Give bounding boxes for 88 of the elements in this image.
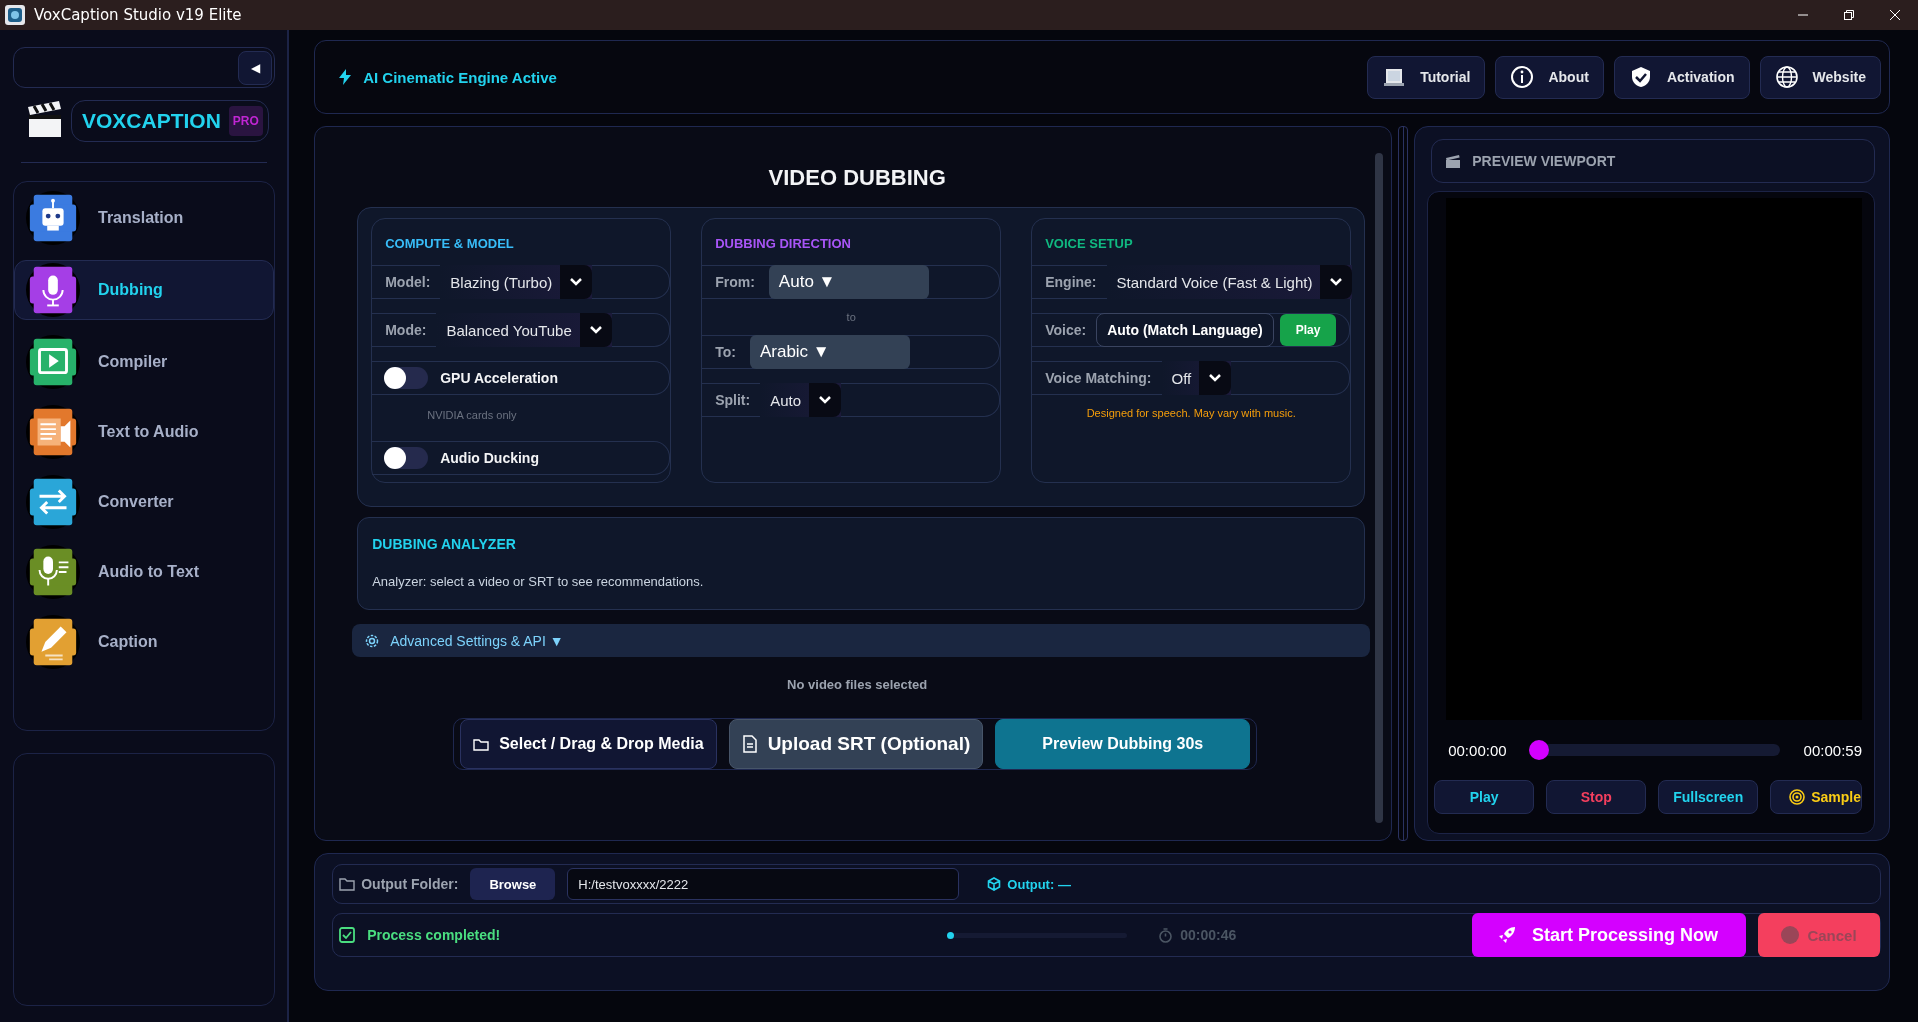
chevron-down-icon <box>1330 278 1343 286</box>
seek-thumb[interactable] <box>1528 740 1549 760</box>
field-label: To: <box>715 344 736 360</box>
header-button[interactable]: Website <box>1759 55 1881 99</box>
scrollbar[interactable] <box>1375 153 1384 823</box>
lightning-icon <box>339 69 352 85</box>
files-status: No video files selected <box>787 677 928 692</box>
sidebar-item[interactable]: Converter <box>14 474 275 530</box>
separator-text: to <box>845 311 857 323</box>
folder-icon <box>339 877 356 891</box>
clapperboard-icon <box>1446 154 1461 168</box>
document-icon <box>741 735 758 753</box>
output-label: Output Folder: <box>361 876 459 892</box>
spinner-icon <box>1781 926 1800 944</box>
checkbox-checked-icon <box>339 927 356 943</box>
app-icon <box>4 4 26 26</box>
field-label: Voice Matching: <box>1045 370 1152 386</box>
sidebar-item[interactable]: Caption <box>14 614 275 670</box>
analyzer-text: Analyzer: select a video or SRT to see recommendations. <box>372 574 705 589</box>
info-icon <box>1510 65 1535 89</box>
globe-icon <box>1774 65 1799 89</box>
start-button[interactable]: Start Processing Now <box>1471 913 1746 957</box>
toggle-label: GPU Acceleration <box>440 370 558 386</box>
select-field[interactable]: Blazing (Turbo) <box>440 265 593 299</box>
status-message: Process completed! <box>367 927 502 943</box>
engine-status: AI Cinematic Engine Active <box>363 68 558 86</box>
toggle-label: Audio Ducking <box>440 450 539 466</box>
field-label: Voice: <box>1045 322 1087 338</box>
splitter-handle[interactable] <box>1398 126 1409 841</box>
sidebar-item[interactable]: Audio to Text <box>14 544 275 600</box>
hint-text: NVIDIA cards only <box>427 409 518 421</box>
voice-field[interactable]: Auto (Match Language) <box>1096 313 1274 347</box>
browse-button[interactable]: Browse <box>470 868 556 900</box>
field-label: Split: <box>715 392 751 408</box>
settings-icon <box>364 632 381 649</box>
analyzer-title: DUBBING ANALYZER <box>372 536 517 552</box>
action-button[interactable]: Select / Drag & Drop Media <box>460 719 717 769</box>
field-label: From: <box>715 274 755 290</box>
header-button[interactable]: About <box>1495 55 1604 99</box>
preview-title: PREVIEW VIEWPORT <box>1472 153 1616 169</box>
player-button[interactable]: Fullscreen <box>1658 780 1759 814</box>
elapsed-time: 00:00:46 <box>1180 927 1238 943</box>
cube-icon <box>987 877 1002 891</box>
select-field[interactable]: Balanced YouTube <box>436 313 612 347</box>
panel-title: VIDEO DUBBING <box>768 165 946 191</box>
action-button[interactable]: Preview Dubbing 30s <box>995 719 1251 769</box>
output-result: Output: — <box>1007 876 1071 892</box>
header-button[interactable]: Tutorial <box>1367 55 1486 99</box>
logo-text: VOXCAPTION <box>82 109 221 133</box>
toggle-switch[interactable] <box>384 367 429 389</box>
collapse-button[interactable]: ◀ <box>238 50 273 85</box>
field-label: Mode: <box>385 322 427 338</box>
player-button[interactable]: Play <box>1434 780 1535 814</box>
pro-badge: PRO <box>228 106 263 136</box>
chevron-down-icon <box>589 326 602 334</box>
select-field[interactable]: Auto <box>760 383 842 417</box>
close-icon <box>1890 10 1900 20</box>
chevron-down-icon <box>819 396 832 404</box>
field-label: Model: <box>385 274 431 290</box>
time-start: 00:00:00 <box>1448 741 1507 759</box>
chevron-down-icon <box>1209 374 1222 382</box>
section-title: COMPUTE & MODEL <box>385 236 515 251</box>
sidebar-item[interactable]: Compiler <box>14 334 275 390</box>
sidebar-item[interactable]: Dubbing <box>14 260 275 320</box>
section-title: VOICE SETUP <box>1045 236 1134 251</box>
chevron-down-icon <box>570 278 583 286</box>
time-end: 00:00:59 <box>1803 741 1862 759</box>
language-dropdown[interactable]: Arabic ▼ <box>749 335 910 369</box>
advanced-settings-toggle[interactable]: Advanced Settings & API ▼ <box>352 624 1371 657</box>
sidebar-item[interactable]: Translation <box>14 190 275 246</box>
language-dropdown[interactable]: Auto ▼ <box>768 265 929 299</box>
select-field[interactable]: Standard Voice (Fast & Light) <box>1106 265 1353 299</box>
player-button[interactable]: Sample <box>1770 780 1862 814</box>
player-button[interactable]: Stop <box>1546 780 1647 814</box>
stopwatch-icon <box>1159 927 1173 943</box>
sidebar-item[interactable]: Text to Audio <box>14 404 275 460</box>
select-field[interactable]: Off <box>1161 361 1232 395</box>
section-title: DUBBING DIRECTION <box>715 236 852 251</box>
path-field[interactable]: H:/testvoxxxx/2222 <box>567 868 960 900</box>
toggle-switch[interactable] <box>384 447 429 469</box>
window-title: VoxCaption Studio v19 Elite <box>34 6 243 24</box>
action-button[interactable]: Upload SRT (Optional) <box>728 719 984 769</box>
field-label: Engine: <box>1045 274 1097 290</box>
warning-text: Designed for speech. May vary with music. <box>1085 407 1297 419</box>
header-button[interactable]: Activation <box>1613 55 1750 99</box>
restore-icon <box>1844 10 1854 20</box>
rocket-icon <box>1497 926 1516 944</box>
target-icon <box>1789 789 1806 805</box>
